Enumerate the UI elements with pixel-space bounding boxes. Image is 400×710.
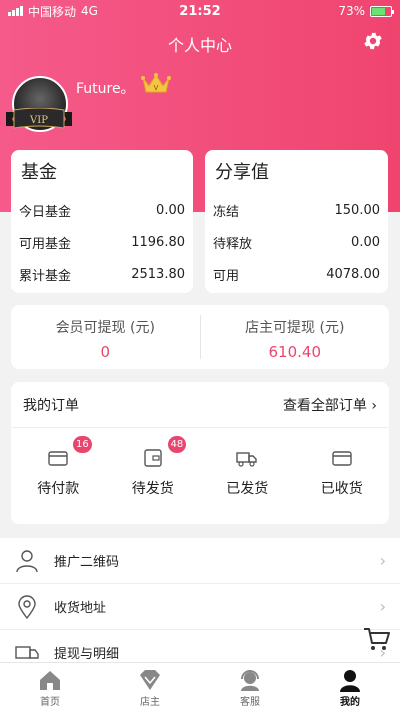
menu-item-qrcode[interactable]: 推广二维码 › xyxy=(0,538,400,584)
menu-item-address[interactable]: 收货地址 › xyxy=(0,584,400,630)
badge-count: 48 xyxy=(167,436,187,453)
signal-icon xyxy=(8,6,23,16)
username: Future。 xyxy=(76,81,135,97)
tab-mine[interactable]: 我的 xyxy=(300,663,400,710)
tab-shop-owner[interactable]: 店主 xyxy=(100,663,200,710)
cart-icon[interactable] xyxy=(362,624,392,654)
order-shipped[interactable]: 已发货 xyxy=(200,448,295,498)
share-row-available: 可用 4078.00 xyxy=(213,266,380,284)
vip-badge: VIP xyxy=(6,108,72,129)
support-icon xyxy=(241,670,259,691)
withdraw-card: 会员可提现 (元) 0 店主可提现 (元) 610.40 xyxy=(11,305,389,369)
page-title: 个人中心 xyxy=(167,36,232,55)
order-pending-shipment[interactable]: 48 待发货 xyxy=(106,436,201,498)
gear-icon[interactable] xyxy=(362,30,384,52)
fund-row-today: 今日基金 0.00 xyxy=(19,202,185,220)
share-title: 分享值 xyxy=(215,162,269,183)
home-icon xyxy=(40,671,60,690)
truck-icon xyxy=(236,452,257,467)
battery-icon xyxy=(370,5,394,17)
badge-count: 16 xyxy=(73,436,92,453)
order-received[interactable]: 已收货 xyxy=(295,448,390,498)
wallet-icon xyxy=(48,451,68,466)
package-icon xyxy=(144,449,162,467)
fund-title: 基金 xyxy=(21,162,57,183)
chevron-right-icon: › xyxy=(379,551,386,570)
status-bar: 中国移动 4G 21:52 73% xyxy=(0,0,400,22)
user-icon xyxy=(16,549,38,572)
carrier-name: 中国移动 xyxy=(28,4,77,19)
vip-text: VIP xyxy=(29,115,48,126)
svg-text:V: V xyxy=(154,84,159,92)
location-icon xyxy=(18,594,36,619)
chevron-right-icon: › xyxy=(379,597,386,616)
owner-withdraw[interactable]: 店主可提现 (元) 610.40 xyxy=(201,305,390,369)
crown-icon: V xyxy=(141,73,171,93)
menu-list: 推广二维码 › 收货地址 › 提现与明细 › xyxy=(0,538,400,676)
order-pending-payment[interactable]: 16 待付款 xyxy=(11,436,106,498)
orders-card: 我的订单 查看全部订单 › 16 待付款 48 待发货 已发货 已收货 xyxy=(11,382,389,524)
network-type: 4G xyxy=(81,4,98,18)
fund-row-total: 累计基金 2513.80 xyxy=(19,266,185,284)
share-card: 分享值 冻结 150.00 待释放 0.00 可用 4078.00 xyxy=(205,150,388,293)
fund-card: 基金 今日基金 0.00 可用基金 1196.80 累计基金 2513.80 xyxy=(11,150,193,293)
orders-title: 我的订单 xyxy=(23,397,79,414)
profile-icon xyxy=(340,670,360,692)
member-withdraw[interactable]: 会员可提现 (元) 0 xyxy=(11,305,200,369)
share-row-pending: 待释放 0.00 xyxy=(213,234,380,252)
tab-bar: 首页 店主 客服 我的 xyxy=(0,662,400,710)
tab-support[interactable]: 客服 xyxy=(200,663,300,710)
tab-home[interactable]: 首页 xyxy=(0,663,100,710)
view-all-orders-link[interactable]: 查看全部订单 › xyxy=(283,395,377,415)
fund-row-available: 可用基金 1196.80 xyxy=(19,234,185,252)
box-icon xyxy=(332,451,352,466)
battery-percent: 73% xyxy=(338,4,365,18)
diamond-icon xyxy=(140,670,160,690)
share-row-frozen: 冻结 150.00 xyxy=(213,202,380,220)
